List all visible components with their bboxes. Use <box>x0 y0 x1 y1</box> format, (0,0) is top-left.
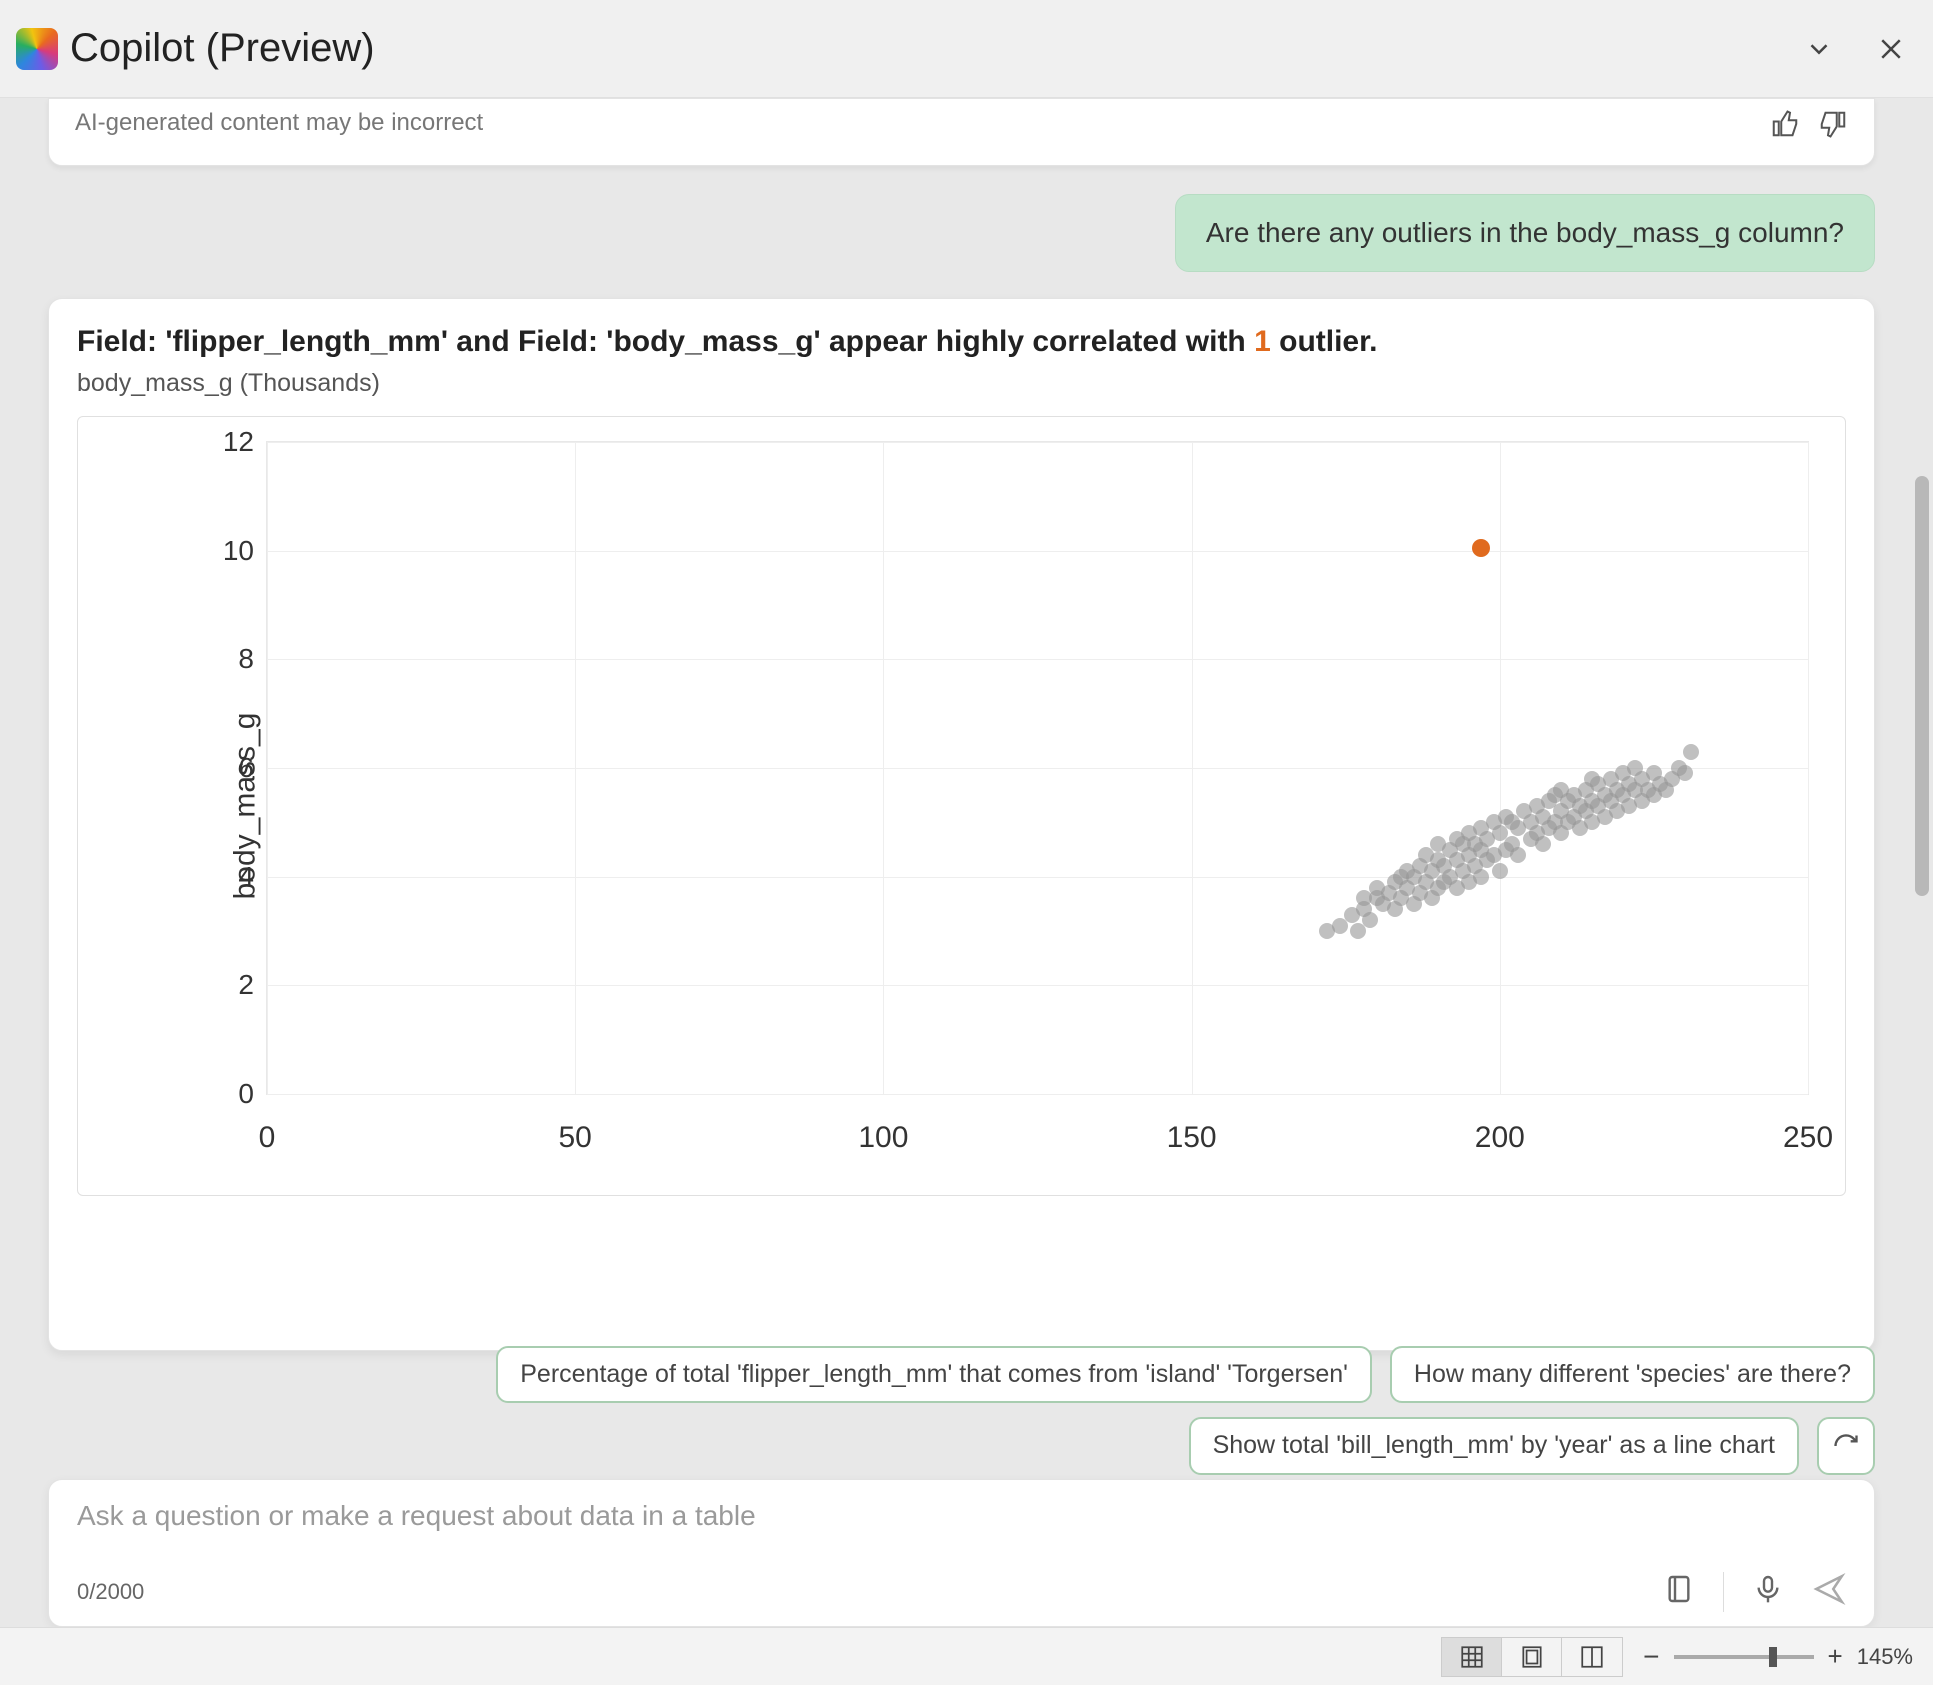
thumbs-up-icon[interactable] <box>1770 109 1800 146</box>
data-point <box>1535 836 1551 852</box>
user-message-bubble: Are there any outliers in the body_mass_… <box>1175 194 1875 272</box>
char-counter: 0/2000 <box>77 1579 144 1605</box>
x-tick: 250 <box>1783 1121 1833 1155</box>
y-tick: 8 <box>198 643 254 675</box>
prompt-composer: 0/2000 <box>48 1479 1875 1627</box>
suggestion-pill[interactable]: Show total 'bill_length_mm' by 'year' as… <box>1189 1417 1799 1475</box>
separator <box>1723 1572 1724 1612</box>
status-bar: − + 145% <box>0 1627 1933 1685</box>
plot-area <box>266 441 1809 1095</box>
x-tick: 0 <box>259 1121 276 1155</box>
y-tick: 4 <box>198 861 254 893</box>
data-point <box>1362 912 1378 928</box>
y-tick: 0 <box>198 1078 254 1110</box>
data-point <box>1677 765 1693 781</box>
x-tick: 200 <box>1475 1121 1525 1155</box>
x-tick: 100 <box>858 1121 908 1155</box>
view-page-layout-button[interactable] <box>1502 1638 1562 1676</box>
suggestion-group: Percentage of total 'flipper_length_mm' … <box>496 1346 1875 1475</box>
x-tick: 50 <box>559 1121 592 1155</box>
send-icon[interactable] <box>1812 1572 1846 1612</box>
assistant-disclaimer-card: AI-generated content may be incorrect <box>48 98 1875 166</box>
y-tick: 12 <box>198 426 254 458</box>
zoom-level[interactable]: 145% <box>1857 1644 1913 1670</box>
zoom-control: − + 145% <box>1643 1641 1913 1673</box>
data-point <box>1683 744 1699 760</box>
chat-workspace: AI-generated content may be incorrect Ar… <box>18 98 1929 1627</box>
outlier-point <box>1472 539 1490 557</box>
y-tick: 6 <box>198 752 254 784</box>
y-tick: 2 <box>198 969 254 1001</box>
data-point <box>1492 863 1508 879</box>
suggestion-pill[interactable]: How many different 'species' are there? <box>1390 1346 1875 1403</box>
zoom-slider[interactable] <box>1674 1655 1814 1659</box>
book-icon[interactable] <box>1663 1573 1695 1611</box>
microphone-icon[interactable] <box>1752 1573 1784 1611</box>
view-switcher <box>1441 1637 1623 1677</box>
view-page-break-button[interactable] <box>1562 1638 1622 1676</box>
assistant-answer-card: Field: 'flipper_length_mm' and Field: 'b… <box>48 298 1875 1351</box>
view-normal-button[interactable] <box>1442 1638 1502 1676</box>
zoom-out-button[interactable]: − <box>1643 1641 1659 1673</box>
suggestion-pill[interactable]: Percentage of total 'flipper_length_mm' … <box>496 1346 1372 1403</box>
title-bar: Copilot (Preview) <box>0 0 1933 98</box>
data-point <box>1510 847 1526 863</box>
prompt-input[interactable] <box>77 1500 1846 1532</box>
scatter-chart: body_mass_g 024681012050100150200250 <box>77 416 1846 1196</box>
disclaimer-text: AI-generated content may be incorrect <box>75 109 483 137</box>
data-point <box>1473 869 1489 885</box>
answer-subtitle: body_mass_g (Thousands) <box>77 369 1846 398</box>
zoom-in-button[interactable]: + <box>1828 1641 1843 1672</box>
scrollbar-thumb[interactable] <box>1915 476 1929 896</box>
refresh-suggestions-button[interactable] <box>1817 1417 1875 1475</box>
user-message-text: Are there any outliers in the body_mass_… <box>1206 217 1844 248</box>
answer-headline: Field: 'flipper_length_mm' and Field: 'b… <box>77 325 1846 359</box>
copilot-logo-icon <box>16 28 58 70</box>
x-tick: 150 <box>1167 1121 1217 1155</box>
collapse-icon[interactable] <box>1801 31 1837 67</box>
y-tick: 10 <box>198 535 254 567</box>
app-title: Copilot (Preview) <box>70 26 375 71</box>
thumbs-down-icon[interactable] <box>1818 109 1848 146</box>
close-icon[interactable] <box>1873 31 1909 67</box>
